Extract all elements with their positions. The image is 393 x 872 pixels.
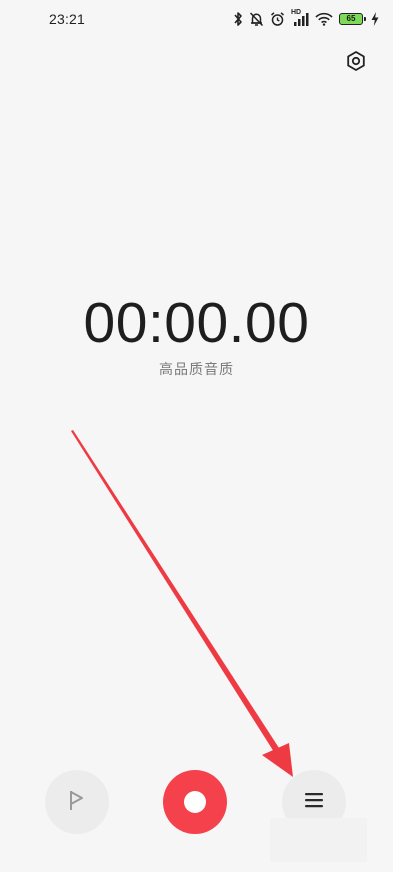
flag-button[interactable] [45,770,109,834]
record-button[interactable] [163,770,227,834]
battery-icon: 65 [339,13,366,25]
list-icon [303,791,325,814]
annotation-arrow-shaft [71,430,279,752]
annotation-arrow [71,430,293,777]
charging-icon [371,12,379,26]
status-time: 23:21 [49,11,86,27]
settings-button[interactable] [341,48,371,78]
record-icon [184,791,206,813]
status-icons: HD 65 [233,9,379,28]
flag-icon [67,788,87,817]
mute-bell-icon [249,11,264,27]
elapsed-time: 00:00.00 [83,291,310,355]
bluetooth-icon [233,11,243,27]
network-type-label: HD [291,9,302,16]
gear-icon [345,50,367,77]
wifi-icon [315,12,333,26]
status-bar: 23:21 HD 65 [0,0,393,36]
quality-label: 高品质音质 [159,361,234,377]
hd-signal-icon: HD [291,9,309,27]
alarm-icon [270,11,285,27]
annotation-arrow-head [262,743,293,777]
battery-level: 65 [346,14,356,23]
bottom-strip [270,818,367,862]
